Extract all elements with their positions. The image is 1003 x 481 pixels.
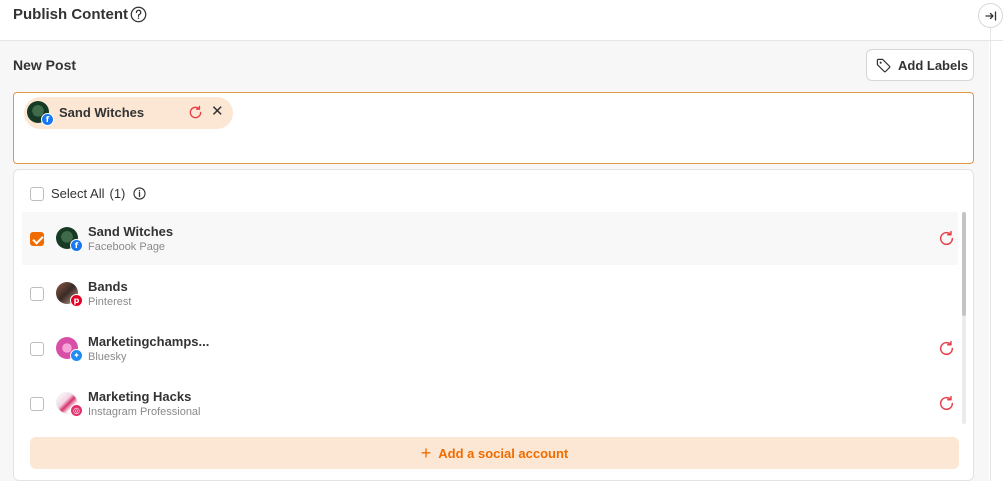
- account-row-sand-witches[interactable]: f Sand Witches Facebook Page: [22, 212, 958, 265]
- account-name: Sand Witches: [88, 224, 174, 239]
- bluesky-icon: ✦: [70, 349, 83, 362]
- instagram-icon: ◎: [70, 404, 83, 417]
- account-checkbox[interactable]: [30, 232, 44, 246]
- account-row-bands[interactable]: p Bands Pinterest: [22, 267, 958, 320]
- account-type: Pinterest: [88, 296, 132, 308]
- info-icon[interactable]: [133, 187, 147, 200]
- refresh-icon[interactable]: [938, 340, 955, 357]
- account-name: Marketing Hacks: [88, 389, 192, 404]
- account-row-marketing-hacks[interactable]: ◎ Marketing Hacks Instagram Professional: [22, 377, 958, 430]
- selected-accounts-field[interactable]: f Sand Witches ✕: [13, 92, 974, 164]
- top-bar: Publish Content: [0, 0, 1003, 41]
- add-social-account-label: Add a social account: [438, 445, 569, 461]
- composer-panel: New Post Add Labels f Sand Witches ✕ Sel…: [0, 41, 989, 481]
- add-social-account-button[interactable]: + Add a social account: [30, 437, 959, 469]
- pinterest-icon: p: [70, 294, 83, 307]
- section-title: New Post: [13, 57, 77, 73]
- add-labels-button[interactable]: Add Labels: [866, 49, 974, 81]
- account-type: Instagram Professional: [88, 406, 201, 418]
- question-circle-icon[interactable]: [130, 6, 147, 23]
- facebook-icon: f: [41, 113, 54, 126]
- account-checkbox[interactable]: [30, 287, 44, 301]
- tag-icon: [876, 58, 891, 72]
- facebook-icon: f: [70, 239, 83, 252]
- account-checkbox[interactable]: [30, 397, 44, 411]
- select-all-row[interactable]: Select All (1): [30, 186, 147, 201]
- account-row-marketingchamps[interactable]: ✦ Marketingchamps... Bluesky: [22, 322, 958, 375]
- side-rail: [990, 28, 991, 481]
- account-type: Facebook Page: [88, 241, 166, 253]
- page-title: Publish Content: [13, 6, 128, 23]
- account-name: Bands: [88, 279, 128, 294]
- refresh-icon[interactable]: [188, 105, 203, 120]
- select-all-count: (1): [109, 186, 126, 201]
- select-all-checkbox[interactable]: [30, 186, 44, 201]
- account-name: Marketingchamps...: [88, 334, 210, 349]
- chip-label: Sand Witches: [59, 105, 145, 120]
- collapse-right-icon: [984, 10, 996, 21]
- account-type: Bluesky: [88, 351, 127, 363]
- close-icon[interactable]: ✕: [211, 104, 224, 120]
- refresh-icon[interactable]: [938, 230, 955, 247]
- plus-icon: +: [420, 443, 432, 463]
- accounts-list-panel: Select All (1) f Sand Witches Facebook P…: [13, 169, 974, 481]
- add-labels-label: Add Labels: [898, 57, 969, 73]
- account-checkbox[interactable]: [30, 342, 44, 356]
- selected-account-chip[interactable]: f Sand Witches ✕: [24, 97, 233, 129]
- collapse-panel-button[interactable]: [978, 3, 1003, 28]
- refresh-icon[interactable]: [938, 395, 955, 412]
- scrollbar-thumb[interactable]: [962, 212, 966, 316]
- select-all-label: Select All: [51, 186, 105, 201]
